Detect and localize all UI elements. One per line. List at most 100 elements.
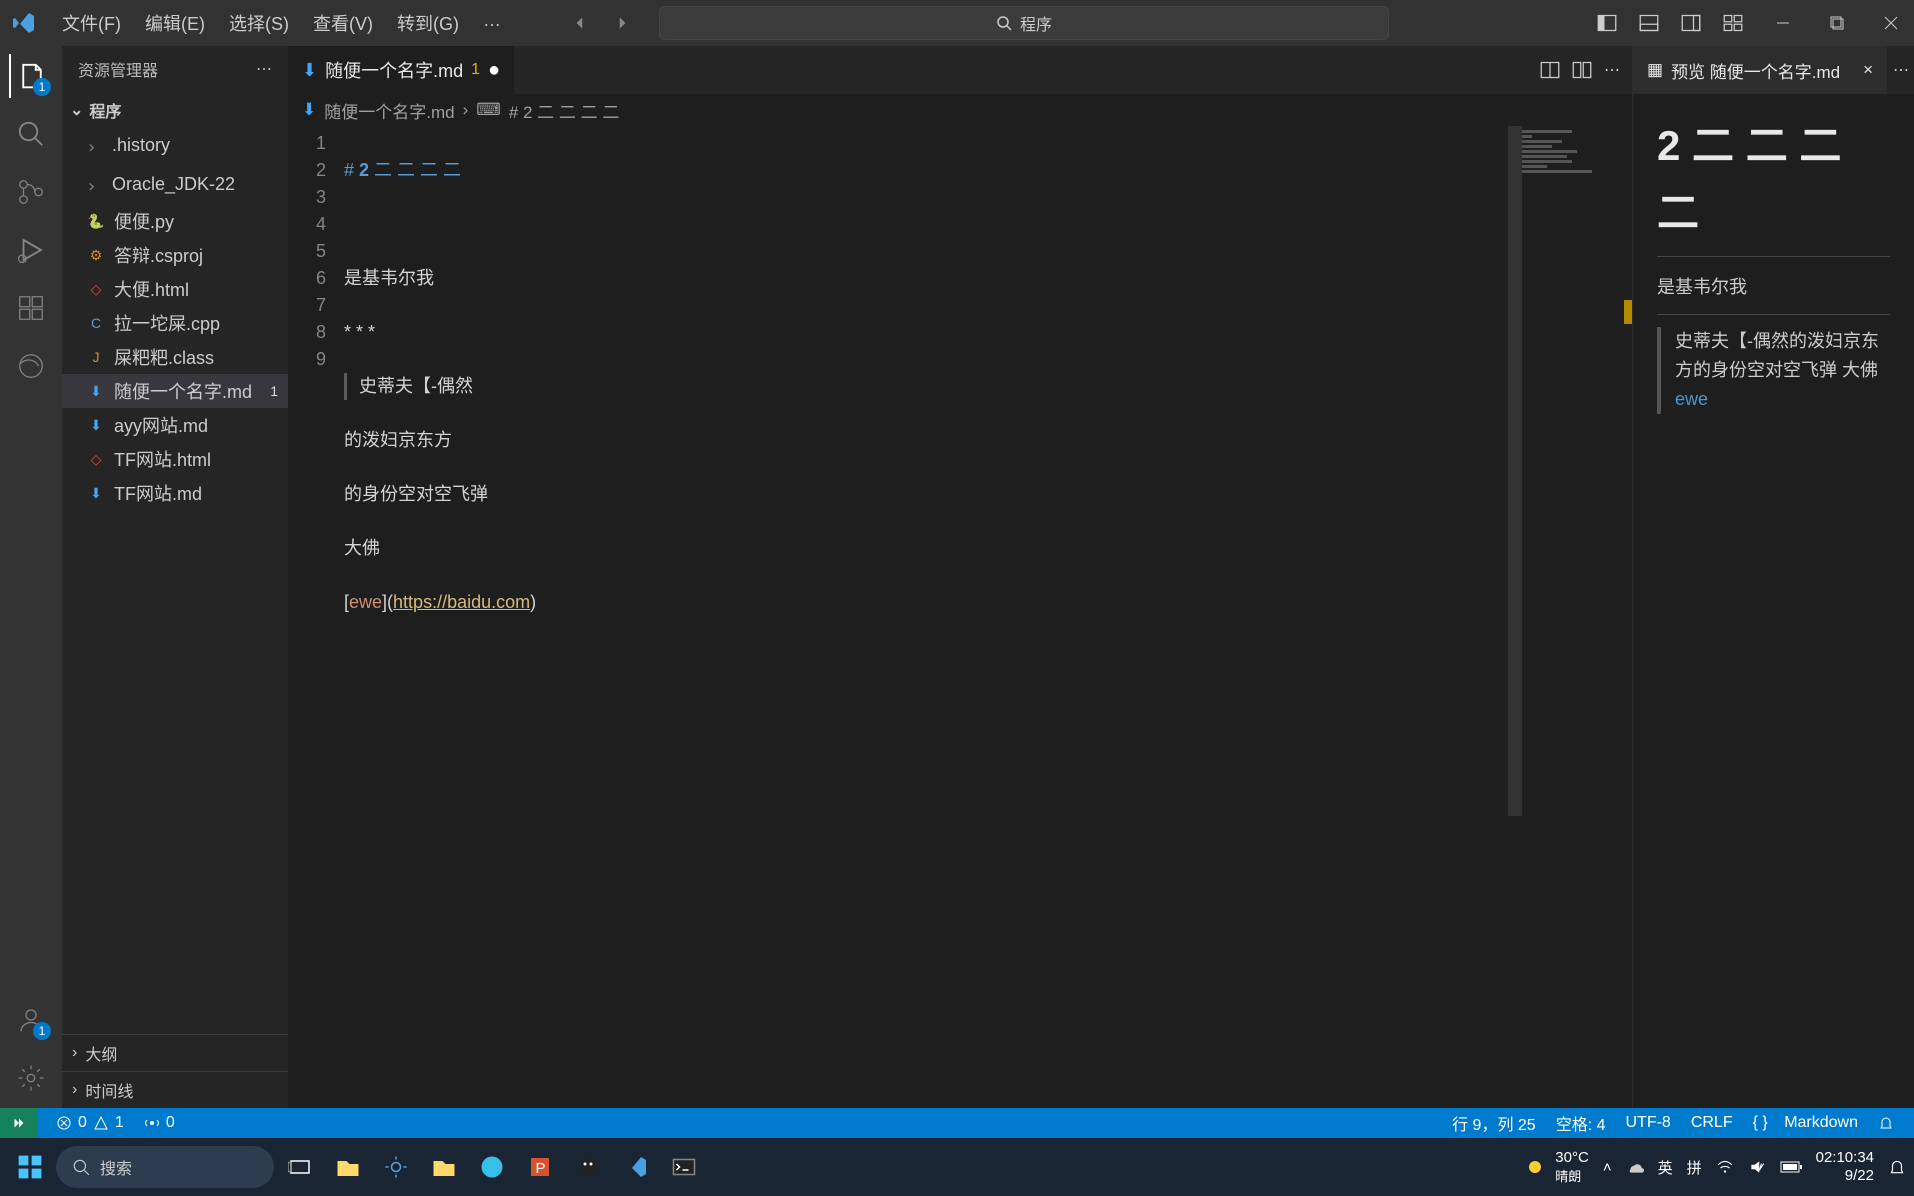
preview-h1: 2 二 二 二 二 — [1657, 112, 1890, 257]
remote-icon[interactable] — [0, 1108, 38, 1138]
status-encoding[interactable]: UTF-8 — [1615, 1111, 1680, 1135]
command-center[interactable]: 程序 — [659, 6, 1389, 40]
menu-view[interactable]: 查看(V) — [303, 4, 383, 42]
file-csproj[interactable]: ⚙答辩.csproj — [62, 238, 288, 272]
weather-widget[interactable]: 30°C 晴朗 — [1523, 1149, 1589, 1185]
outline-section[interactable]: ›大纲 — [62, 1034, 288, 1071]
menu-file[interactable]: 文件(F) — [52, 4, 131, 42]
timeline-section[interactable]: ›时间线 — [62, 1071, 288, 1108]
more-actions-icon[interactable]: ⋯ — [1604, 60, 1620, 80]
close-icon[interactable] — [1876, 8, 1906, 38]
menu-select[interactable]: 选择(S) — [219, 4, 299, 42]
taskbar-clock[interactable]: 02:10:34 9/22 — [1816, 1149, 1874, 1185]
account-icon[interactable]: 1 — [9, 998, 53, 1042]
minimize-icon[interactable] — [1768, 8, 1798, 38]
qq-taskbar-icon[interactable] — [566, 1145, 610, 1189]
file-md-active[interactable]: ⬇随便一个名字.md1 — [62, 374, 288, 408]
minimap-highlight — [1624, 300, 1632, 324]
sidebar-title: 资源管理器 — [78, 57, 158, 81]
maximize-icon[interactable] — [1822, 8, 1852, 38]
powerpoint-taskbar-icon[interactable]: P — [518, 1145, 562, 1189]
settings-taskbar-icon[interactable] — [374, 1145, 418, 1189]
preview-more-icon[interactable]: ⋯ — [1888, 46, 1914, 94]
title-bar: 文件(F) 编辑(E) 选择(S) 查看(V) 转到(G) … 程序 — [0, 0, 1914, 46]
file-class[interactable]: J屎粑粑.class — [62, 340, 288, 374]
battery-icon[interactable] — [1780, 1160, 1802, 1174]
status-bell-icon[interactable] — [1868, 1111, 1904, 1135]
folder-taskbar-icon[interactable] — [422, 1145, 466, 1189]
folder-header[interactable]: ⌄ 程序 — [62, 94, 288, 126]
code-area[interactable]: # 2 二 二 二 二 是基韦尔我 * * * 史蒂夫【-偶然 的泼妇京东方 的… — [344, 126, 1632, 1108]
tab-active[interactable]: ⬇ 随便一个名字.md 1 ● — [288, 46, 515, 94]
breadcrumb[interactable]: ⬇ 随便一个名字.md › ⌨ # 2 二 二 二 二 — [288, 94, 1632, 126]
file-tf-md[interactable]: ⬇TF网站.md — [62, 476, 288, 510]
layout-controls — [1592, 8, 1748, 38]
minimap[interactable] — [1522, 130, 1632, 1108]
edge-taskbar-icon[interactable] — [470, 1145, 514, 1189]
status-spaces[interactable]: 空格: 4 — [1546, 1111, 1616, 1135]
weather-temp: 30°C — [1555, 1149, 1589, 1166]
menu-goto[interactable]: 转到(G) — [387, 4, 469, 42]
status-line-col[interactable]: 行 9，列 25 — [1442, 1111, 1546, 1135]
edge-icon[interactable] — [9, 344, 53, 388]
explorer-taskbar-icon[interactable] — [326, 1145, 370, 1189]
volume-icon[interactable] — [1748, 1158, 1766, 1176]
tab-actions: ⋯ — [1540, 46, 1632, 94]
cpp-icon: C — [86, 313, 106, 333]
file-oracle[interactable]: ›Oracle_JDK-22 — [62, 165, 288, 204]
java-icon: J — [86, 347, 106, 367]
split-editor-icon[interactable] — [1572, 60, 1592, 80]
explorer-icon[interactable]: 1 — [9, 54, 53, 98]
menu-more[interactable]: … — [473, 4, 511, 42]
panel-right-icon[interactable] — [1676, 8, 1706, 38]
preview-tabs: ▦ 预览 随便一个名字.md × ⋯ — [1633, 46, 1914, 94]
extensions-icon[interactable] — [9, 286, 53, 330]
onedrive-icon[interactable] — [1626, 1158, 1644, 1176]
taskbar-search[interactable]: 搜索 — [56, 1146, 274, 1188]
more-icon[interactable]: ⋯ — [256, 59, 272, 79]
preview-body: 2 二 二 二 二 是基韦尔我 史蒂夫【-偶然的泼妇京东方的身份空对空飞弹 大佛… — [1633, 94, 1914, 1108]
file-tf-html[interactable]: ◇TF网站.html — [62, 442, 288, 476]
scm-icon[interactable] — [9, 170, 53, 214]
file-cpp[interactable]: C拉一坨屎.cpp — [62, 306, 288, 340]
file-history[interactable]: ›.history — [62, 126, 288, 165]
editor-body[interactable]: 123456789 # 2 二 二 二 二 是基韦尔我 * * * 史蒂夫【-偶… — [288, 126, 1632, 1108]
status-problems[interactable]: 0 1 — [46, 1114, 134, 1132]
status-ports[interactable]: 0 — [134, 1114, 185, 1132]
preview-tab-label: 预览 随便一个名字.md — [1671, 58, 1840, 83]
back-icon[interactable] — [567, 10, 593, 36]
layout-icon[interactable] — [1718, 8, 1748, 38]
menu-bar: 文件(F) 编辑(E) 选择(S) 查看(V) 转到(G) … — [52, 4, 511, 42]
notification-icon[interactable] — [1888, 1158, 1906, 1176]
file-modified-badge: 1 — [270, 383, 278, 399]
scrollbar[interactable] — [1508, 126, 1522, 816]
file-html1[interactable]: ◇大便.html — [62, 272, 288, 306]
debug-icon[interactable] — [9, 228, 53, 272]
preview-p1: 是基韦尔我 — [1657, 273, 1890, 302]
panel-bottom-icon[interactable] — [1634, 8, 1664, 38]
terminal-taskbar-icon[interactable] — [662, 1145, 706, 1189]
file-py[interactable]: 🐍便便.py — [62, 204, 288, 238]
status-bar: 0 1 0 行 9，列 25 空格: 4 UTF-8 CRLF { } Mark… — [0, 1108, 1914, 1138]
panel-left-icon[interactable] — [1592, 8, 1622, 38]
ime-en[interactable]: 英 — [1658, 1157, 1673, 1178]
vscode-taskbar-icon[interactable] — [614, 1145, 658, 1189]
wifi-icon[interactable] — [1716, 1158, 1734, 1176]
status-eol[interactable]: CRLF — [1681, 1111, 1743, 1135]
settings-icon[interactable] — [9, 1056, 53, 1100]
file-ayy[interactable]: ⬇ayy网站.md — [62, 408, 288, 442]
start-icon[interactable] — [8, 1145, 52, 1189]
forward-icon[interactable] — [609, 10, 635, 36]
preview-side-icon[interactable] — [1540, 60, 1560, 80]
status-lang[interactable]: { } Markdown — [1743, 1111, 1868, 1135]
search-activity-icon[interactable] — [9, 112, 53, 156]
chevron-up-tray-icon[interactable]: ˄ — [1603, 1159, 1612, 1176]
activity-bar: 1 1 — [0, 46, 62, 1108]
preview-link[interactable]: ewe — [1675, 389, 1708, 409]
preview-blockquote: 史蒂夫【-偶然的泼妇京东方的身份空对空飞弹 大佛 ewe — [1657, 327, 1890, 413]
menu-edit[interactable]: 编辑(E) — [135, 4, 215, 42]
preview-tab[interactable]: ▦ 预览 随便一个名字.md × — [1633, 46, 1888, 94]
taskview-icon[interactable] — [278, 1145, 322, 1189]
ime-pin[interactable]: 拼 — [1687, 1157, 1702, 1178]
close-tab-icon[interactable]: × — [1863, 60, 1873, 80]
